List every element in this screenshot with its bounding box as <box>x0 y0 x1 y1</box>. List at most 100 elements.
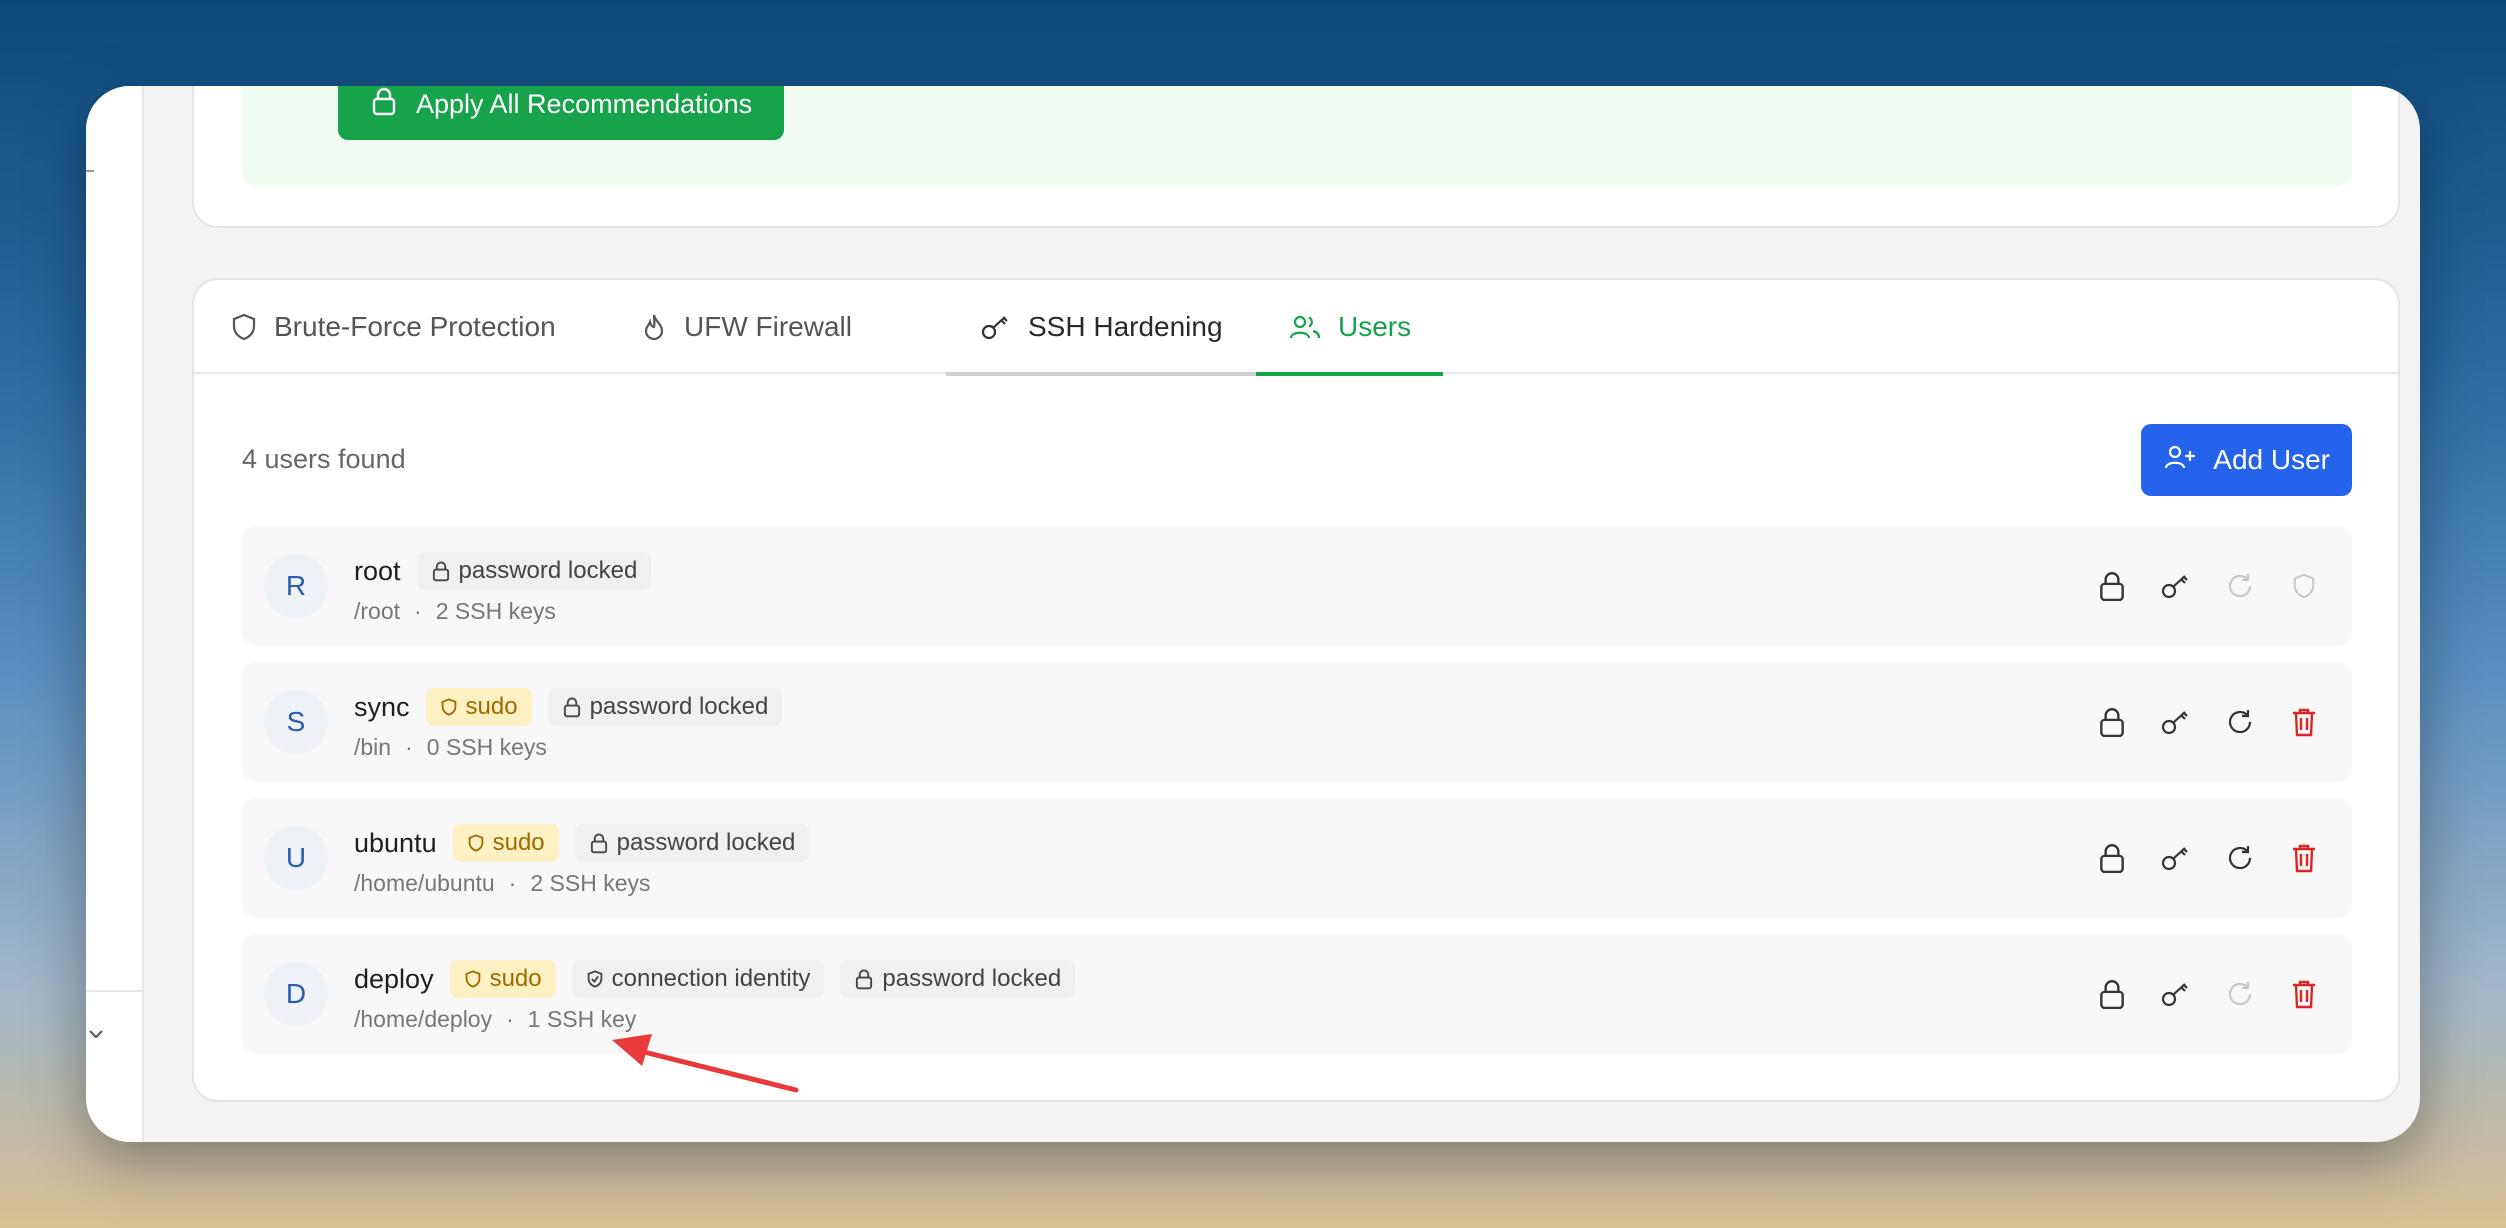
chevron-down-icon[interactable] <box>86 1024 106 1050</box>
ssh-key-count: 2 SSH keys <box>530 870 651 896</box>
key-icon <box>2161 711 2188 735</box>
tab-users[interactable]: Users <box>1256 280 1444 376</box>
separator: · <box>414 598 422 624</box>
key-icon <box>2161 847 2188 871</box>
shield-icon <box>2293 573 2315 599</box>
app-window: Apply All Recommendations Brute-Force Pr… <box>86 86 2420 1142</box>
add-user-button[interactable]: Add User <box>2141 424 2352 496</box>
user-row-ubuntu: U ubuntu sudo password locked /home/ubun… <box>242 798 2352 918</box>
lock-icon <box>2100 572 2124 602</box>
lock-icon <box>563 697 580 718</box>
lock-user-button[interactable] <box>2094 970 2130 1018</box>
badge-label: sudo <box>489 965 542 992</box>
reset-password-button[interactable] <box>2222 562 2258 610</box>
reset-password-button[interactable] <box>2222 970 2258 1018</box>
trash-icon <box>2293 708 2315 737</box>
refresh-icon <box>2228 574 2252 598</box>
flame-icon <box>640 312 668 342</box>
lock-icon <box>370 86 398 123</box>
tab-users-label: Users <box>1338 311 1412 342</box>
users-icon <box>1288 312 1322 342</box>
user-name: sync <box>354 691 410 722</box>
tab-ufw-firewall[interactable]: UFW Firewall <box>640 280 852 374</box>
security-tabs-card: Brute-Force Protection UFW Firewall SSH … <box>192 278 2400 1102</box>
apply-all-button[interactable]: Apply All Recommendations <box>338 86 785 140</box>
key-icon <box>2161 983 2188 1007</box>
ssh-key-count: 2 SSH keys <box>435 598 556 624</box>
badge-label: sudo <box>492 829 545 856</box>
password-locked-badge: password locked <box>840 960 1076 998</box>
delete-user-button[interactable] <box>2286 834 2322 882</box>
user-home: /root <box>354 598 401 624</box>
badge-label: connection identity <box>611 965 811 992</box>
protected-user-indicator <box>2286 562 2322 610</box>
shield-icon <box>468 834 483 852</box>
reset-password-button[interactable] <box>2222 834 2258 882</box>
sidebar-tick <box>86 170 94 172</box>
avatar: S <box>264 690 328 754</box>
ssh-key-count: 1 SSH key <box>527 1006 637 1032</box>
recommendations-card: Apply All Recommendations <box>192 86 2400 228</box>
delete-user-button[interactable] <box>2286 698 2322 746</box>
user-list: R root password locked /root · 2 SSH key… <box>242 526 2352 1070</box>
lock-icon <box>2100 980 2124 1010</box>
manage-keys-button[interactable] <box>2158 970 2194 1018</box>
user-name: deploy <box>354 963 434 994</box>
manage-keys-button[interactable] <box>2158 562 2194 610</box>
user-name: root <box>354 555 401 586</box>
badge-label: password locked <box>882 965 1062 992</box>
user-name: ubuntu <box>354 827 437 858</box>
shield-icon <box>465 970 480 988</box>
password-locked-badge: password locked <box>416 552 652 590</box>
user-row-root: R root password locked /root · 2 SSH key… <box>242 526 2352 646</box>
user-row-sync: S sync sudo password locked /bin · 0 SSH… <box>242 662 2352 782</box>
avatar: U <box>264 826 328 890</box>
trash-icon <box>2293 980 2315 1009</box>
shield-icon <box>230 312 258 342</box>
user-home: /home/deploy <box>354 1006 493 1032</box>
ssh-key-count: 0 SSH keys <box>426 734 547 760</box>
tab-ssh-label: SSH Hardening <box>1028 311 1223 342</box>
avatar: D <box>264 962 328 1026</box>
tab-brute-force-label: Brute-Force Protection <box>274 311 556 342</box>
tab-bar: Brute-Force Protection UFW Firewall SSH … <box>194 280 2398 376</box>
shield-check-icon <box>587 970 602 988</box>
sudo-badge: sudo <box>449 960 556 998</box>
reset-password-button[interactable] <box>2222 698 2258 746</box>
separator: · <box>506 1006 514 1032</box>
sudo-badge: sudo <box>452 824 559 862</box>
lock-icon <box>432 561 449 582</box>
delete-user-button[interactable] <box>2286 970 2322 1018</box>
refresh-icon <box>2228 846 2252 870</box>
tab-ufw-label: UFW Firewall <box>684 311 852 342</box>
lock-user-button[interactable] <box>2094 698 2130 746</box>
key-icon <box>980 312 1012 342</box>
manage-keys-button[interactable] <box>2158 698 2194 746</box>
user-row-deploy: D deploy sudo connection identity passwo… <box>242 934 2352 1054</box>
recommendations-area: Apply All Recommendations <box>242 86 2352 186</box>
separator: · <box>405 734 413 760</box>
user-home: /home/ubuntu <box>354 870 495 896</box>
sidebar-divider <box>86 990 144 992</box>
connection-identity-badge: connection identity <box>571 960 825 998</box>
trash-icon <box>2293 844 2315 873</box>
lock-user-button[interactable] <box>2094 834 2130 882</box>
lock-user-button[interactable] <box>2094 562 2130 610</box>
sidebar <box>86 86 144 1142</box>
manage-keys-button[interactable] <box>2158 834 2194 882</box>
tab-ssh-hardening[interactable]: SSH Hardening <box>946 280 1257 376</box>
lock-icon <box>2100 708 2124 738</box>
refresh-icon <box>2228 982 2252 1006</box>
badge-label: password locked <box>616 829 796 856</box>
add-user-label: Add User <box>2213 444 2330 475</box>
badge-label: sudo <box>465 693 518 720</box>
separator: · <box>508 870 517 896</box>
tab-brute-force[interactable]: Brute-Force Protection <box>230 280 556 374</box>
lock-icon <box>590 833 607 854</box>
users-count: 4 users found <box>242 444 406 474</box>
apply-all-label: Apply All Recommendations <box>416 88 753 119</box>
shield-icon <box>441 698 456 716</box>
badge-label: password locked <box>589 693 769 720</box>
lock-icon <box>2100 844 2124 874</box>
badge-label: password locked <box>458 557 638 584</box>
